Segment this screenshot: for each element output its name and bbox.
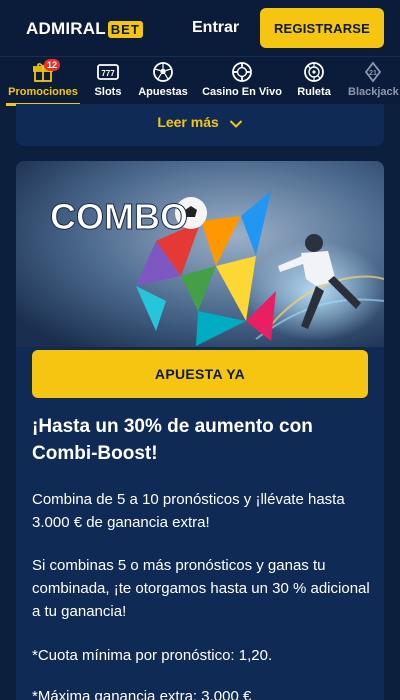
nav-item-label: Promociones — [8, 86, 78, 98]
read-more-link[interactable]: Leer más — [16, 114, 384, 130]
nav-item-promociones[interactable]: 12 Promociones — [6, 59, 80, 106]
casino-chip-icon — [200, 61, 284, 83]
blackjack-card-icon: 21 — [362, 61, 400, 83]
apuesta-ya-button[interactable]: APUESTA YA — [32, 350, 368, 398]
promo-paragraph: *Cuota mínima por pronóstico: 1,20. — [32, 647, 273, 664]
slot-777-icon: 777 — [90, 61, 126, 83]
nav-item-slots[interactable]: 777 Slots — [90, 61, 126, 103]
logo-text: ADMIRAL — [26, 19, 106, 38]
promo-title: ¡Hasta un 30% de aumento con Combi-Boost… — [32, 416, 313, 464]
svg-text:21: 21 — [369, 70, 377, 77]
notification-badge: 12 — [44, 59, 61, 71]
nav-item-casino-en-vivo[interactable]: Casino En Vivo — [200, 61, 284, 103]
gift-icon — [6, 61, 80, 83]
combo-banner-image: COMBO — [16, 161, 384, 347]
soccer-ball-icon — [136, 61, 190, 83]
svg-text:777: 777 — [101, 69, 115, 78]
admiralbet-logo[interactable]: ADMIRAL BET — [26, 19, 143, 39]
logo-badge: BET — [107, 20, 143, 38]
promo-paragraph: *Máxima ganancia extra: 3.000 € — [32, 688, 252, 700]
promo-paragraph: Combina de 5 a 10 pronósticos y ¡llévate… — [32, 491, 345, 531]
nav-item-label: Slots — [94, 86, 122, 98]
read-more-label: Leer más — [157, 114, 219, 130]
category-nav: 12 Promociones 777 Slots Apuestas Casino… — [0, 56, 400, 106]
nav-item-label: Casino En Vivo — [202, 86, 282, 98]
nav-item-label: Ruleta — [297, 86, 331, 98]
nav-item-label: Blackjack — [348, 86, 399, 98]
previous-promo-card: Leer más — [16, 104, 384, 146]
combi-boost-promo-card: COMBO APUESTA YA ¡Hasta un 30% de aument… — [16, 161, 384, 700]
chevron-down-icon — [229, 120, 242, 128]
roulette-icon — [294, 61, 334, 83]
nav-item-blackjack[interactable]: 21 Blackjack — [346, 61, 400, 103]
register-button[interactable]: REGISTRARSE — [260, 8, 384, 48]
nav-item-label: Apuestas — [138, 86, 188, 98]
nav-item-apuestas[interactable]: Apuestas — [136, 61, 190, 103]
nav-item-ruleta[interactable]: Ruleta — [294, 61, 334, 103]
promo-paragraph: Si combinas 5 o más pronósticos y ganas … — [32, 557, 370, 620]
banner-combo-text: COMBO — [50, 196, 188, 237]
login-link[interactable]: Entrar — [192, 19, 239, 37]
top-bar: ADMIRAL BET Entrar REGISTRARSE — [0, 0, 400, 56]
